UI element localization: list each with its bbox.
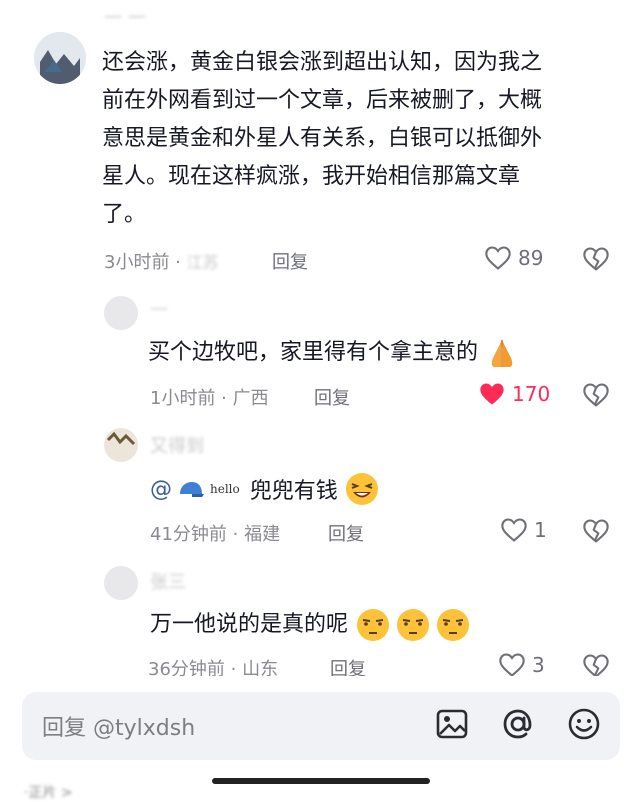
comment-text: 还会涨，黄金白银会涨到超出认知，因为我之 前在外网看到过一个文章，后来被删了，大…	[102, 50, 543, 227]
comment-text: 买个边牧吧，家里得有个拿主意的	[148, 334, 519, 372]
reply-button[interactable]: 回复	[272, 248, 308, 274]
like-count: 89	[518, 246, 544, 270]
heart-icon	[501, 518, 527, 542]
mention-link[interactable]: @ hello	[150, 477, 240, 502]
emoji-icon[interactable]	[566, 706, 602, 742]
image-icon[interactable]	[434, 706, 470, 742]
dislike-heart-icon[interactable]	[582, 518, 610, 544]
laughing-face-icon	[345, 473, 378, 505]
comment-panel: 一 一 还会涨，黄金白银会涨到超出认知，因为我之 前在外网看到过一个文章，后来被…	[0, 0, 642, 801]
avatar[interactable]	[104, 428, 138, 462]
blue-cap-icon	[180, 482, 204, 497]
avatar[interactable]	[104, 296, 138, 330]
home-indicator[interactable]	[212, 778, 430, 784]
avatar[interactable]	[34, 32, 86, 84]
like-count: 170	[512, 382, 551, 406]
praying-hands-icon	[491, 340, 513, 367]
heart-icon	[485, 246, 511, 270]
unamused-face-icon	[357, 609, 470, 641]
heart-icon	[499, 653, 525, 677]
avatar[interactable]	[104, 566, 138, 600]
author-name[interactable]: 又得到	[150, 432, 204, 458]
author-name[interactable]: 张三	[150, 568, 186, 594]
at-icon[interactable]	[500, 706, 536, 742]
author-name[interactable]: 一 一	[104, 4, 146, 30]
like-button[interactable]: 1	[500, 517, 547, 543]
corner-text: ·正片 >	[24, 785, 73, 801]
author-name[interactable]: —	[150, 298, 168, 319]
dislike-heart-icon[interactable]	[582, 382, 610, 408]
comment-text: @ hello 兜兜有钱	[150, 471, 380, 507]
like-button[interactable]: 170	[478, 381, 550, 407]
comment-time: 1小时前 · 广西	[150, 388, 269, 409]
comment-time: 3小时前 · 江苏	[104, 252, 219, 273]
like-button[interactable]: 3	[498, 652, 545, 678]
dislike-heart-icon[interactable]	[582, 246, 610, 272]
comment-text: 万一他说的是真的呢	[150, 606, 473, 644]
like-button[interactable]: 89	[484, 245, 543, 271]
like-count: 3	[532, 653, 545, 677]
reply-input-placeholder: 回复 @tylxdsh	[42, 716, 196, 741]
reply-button[interactable]: 回复	[314, 384, 350, 410]
reply-button[interactable]: 回复	[328, 520, 364, 546]
heart-filled-icon	[480, 383, 504, 405]
like-count: 1	[534, 518, 547, 542]
comment-time: 41分钟前 · 福建	[150, 524, 281, 545]
